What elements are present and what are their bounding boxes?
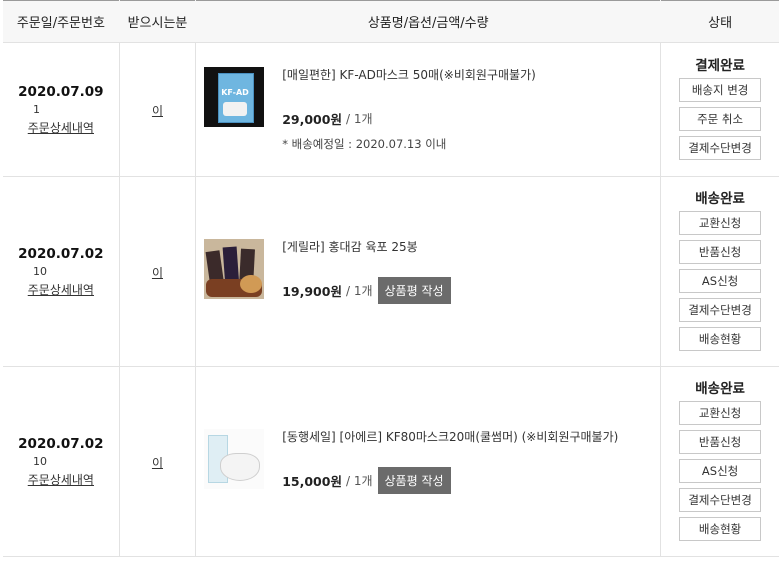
product-cell: KF-AD [매일편한] KF-AD마스크 50매(※비회원구매불가) 29,0… bbox=[195, 42, 662, 177]
receiver-cell: 이 bbox=[119, 176, 197, 367]
exchange-request-button[interactable]: 교환신청 bbox=[679, 401, 762, 425]
delivery-status-button[interactable]: 배송현황 bbox=[679, 517, 762, 541]
order-number: 10 bbox=[33, 454, 47, 468]
order-date: 2020.07.09 bbox=[18, 83, 104, 100]
order-number: 10 bbox=[33, 264, 47, 278]
product-cell: [게릴라] 홍대감 육포 25봉 19,900원 / 1개 상품평 작성 bbox=[195, 176, 662, 367]
change-payment-button[interactable]: 결제수단변경 bbox=[679, 298, 762, 322]
status-cell: 배송완료 교환신청 반품신청 AS신청 결제수단변경 배송현황 bbox=[660, 366, 779, 557]
header-status: 상태 bbox=[660, 0, 779, 43]
product-quantity: / 1개 bbox=[345, 112, 373, 126]
order-row: 2020.07.09 1 주문상세내역 이 KF-AD [매일편한] KF-AD… bbox=[3, 42, 779, 177]
status-cell: 배송완료 교환신청 반품신청 AS신청 결제수단변경 배송현황 bbox=[660, 176, 779, 367]
product-thumbnail[interactable] bbox=[204, 239, 265, 299]
delivery-status-button[interactable]: 배송현황 bbox=[679, 327, 762, 351]
product-price: 19,900원 bbox=[282, 284, 342, 299]
order-row: 2020.07.02 10 주문상세내역 이 [게릴라] 홍대감 육포 25봉 … bbox=[3, 176, 779, 367]
change-address-button[interactable]: 배송지 변경 bbox=[679, 78, 762, 102]
status-cell: 결제완료 배송지 변경 주문 취소 결제수단변경 bbox=[660, 42, 779, 177]
product-price: 29,000원 bbox=[282, 112, 342, 127]
product-cell: [동행세일] [아에르] KF80마스크20매(쿨썸머) (※비회원구매불가) … bbox=[195, 366, 662, 557]
receiver-cell: 이 bbox=[119, 366, 197, 557]
order-detail-link[interactable]: 주문상세내역 bbox=[28, 471, 94, 488]
order-date: 2020.07.02 bbox=[18, 245, 104, 262]
order-info-cell: 2020.07.09 1 주문상세내역 bbox=[3, 42, 120, 177]
order-detail-link[interactable]: 주문상세내역 bbox=[28, 281, 94, 298]
as-request-button[interactable]: AS신청 bbox=[679, 269, 762, 293]
order-info-cell: 2020.07.02 10 주문상세내역 bbox=[3, 176, 120, 367]
change-payment-button[interactable]: 결제수단변경 bbox=[679, 488, 762, 512]
change-payment-button[interactable]: 결제수단변경 bbox=[679, 136, 762, 160]
order-status: 배송완료 bbox=[695, 381, 745, 397]
order-date: 2020.07.02 bbox=[18, 435, 104, 452]
shipping-note: * 배송예정일 : 2020.07.13 이내 bbox=[282, 137, 447, 151]
order-history-table: 주문일/주문번호 받으시는분 상품명/옵션/금액/수량 상태 2020.07.0… bbox=[3, 0, 779, 557]
write-review-button[interactable]: 상품평 작성 bbox=[377, 467, 451, 494]
write-review-button[interactable]: 상품평 작성 bbox=[377, 277, 451, 304]
receiver-name[interactable]: 이 bbox=[152, 104, 163, 118]
product-thumbnail[interactable] bbox=[204, 429, 265, 489]
product-name[interactable]: [매일편한] KF-AD마스크 50매(※비회원구매불가) bbox=[282, 67, 536, 83]
header-product: 상품명/옵션/금액/수량 bbox=[195, 0, 662, 43]
cancel-order-button[interactable]: 주문 취소 bbox=[679, 107, 762, 131]
table-header-row: 주문일/주문번호 받으시는분 상품명/옵션/금액/수량 상태 bbox=[3, 0, 779, 43]
product-thumbnail[interactable]: KF-AD bbox=[204, 67, 265, 127]
order-info-cell: 2020.07.02 10 주문상세내역 bbox=[3, 366, 120, 557]
order-row: 2020.07.02 10 주문상세내역 이 [동행세일] [아에르] KF80… bbox=[3, 366, 779, 557]
product-name[interactable]: [게릴라] 홍대감 육포 25봉 bbox=[282, 239, 450, 255]
header-order-date: 주문일/주문번호 bbox=[3, 0, 120, 43]
product-quantity: / 1개 bbox=[345, 474, 373, 488]
product-quantity: / 1개 bbox=[345, 284, 373, 298]
exchange-request-button[interactable]: 교환신청 bbox=[679, 211, 762, 235]
receiver-name[interactable]: 이 bbox=[152, 266, 163, 280]
order-number: 1 bbox=[33, 102, 40, 116]
as-request-button[interactable]: AS신청 bbox=[679, 459, 762, 483]
receiver-cell: 이 bbox=[119, 42, 197, 177]
receiver-name[interactable]: 이 bbox=[152, 456, 163, 470]
product-price: 15,000원 bbox=[282, 474, 342, 489]
order-detail-link[interactable]: 주문상세내역 bbox=[28, 119, 94, 136]
product-name[interactable]: [동행세일] [아에르] KF80마스크20매(쿨썸머) (※비회원구매불가) bbox=[282, 429, 618, 445]
thumbnail-label: KF-AD bbox=[221, 88, 249, 97]
order-status: 배송완료 bbox=[695, 191, 745, 207]
return-request-button[interactable]: 반품신청 bbox=[679, 430, 762, 454]
return-request-button[interactable]: 반품신청 bbox=[679, 240, 762, 264]
header-receiver: 받으시는분 bbox=[119, 0, 197, 43]
order-status: 결제완료 bbox=[695, 58, 745, 74]
